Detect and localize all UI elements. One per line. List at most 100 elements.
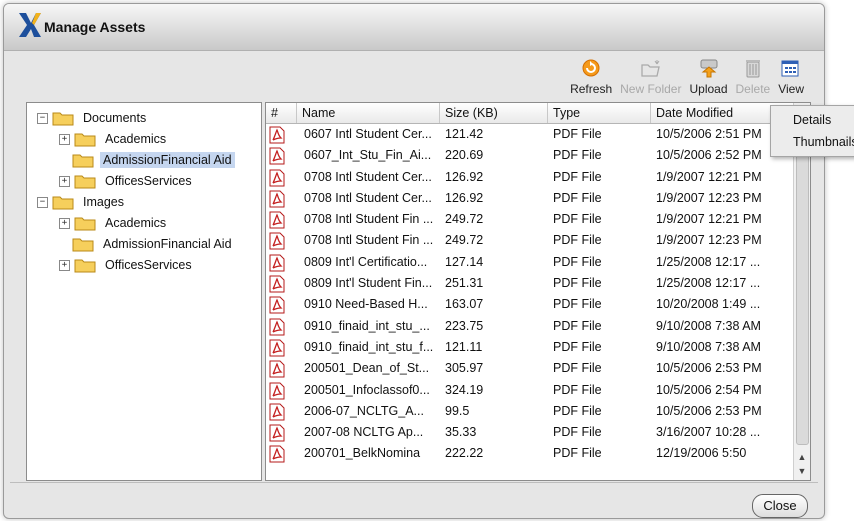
tree-node-images-academics[interactable]: + Academics xyxy=(59,213,169,233)
expand-toggle-icon[interactable]: + xyxy=(59,217,70,229)
file-size: 35.33 xyxy=(445,425,477,440)
file-name: 200501_Infoclassof0... xyxy=(304,382,430,397)
table-row[interactable]: 0809 Int'l Certificatio... 127.14 PDF File… xyxy=(266,252,792,273)
file-size: 126.92 xyxy=(445,190,484,205)
file-size: 99.5 xyxy=(445,403,470,418)
file-date-modified: 9/10/2008 7:38 AM xyxy=(656,318,761,333)
tree-node-admission-financial-aid[interactable]: AdmissionFinancial Aid xyxy=(72,150,235,170)
collapse-toggle-icon[interactable]: − xyxy=(37,112,48,124)
expand-toggle-icon[interactable]: + xyxy=(59,133,70,145)
file-size: 126.92 xyxy=(445,169,484,184)
file-size: 305.97 xyxy=(445,361,484,376)
file-type: PDF File xyxy=(553,403,602,418)
table-row[interactable]: 0910_finaid_int_stu_... 223.75 PDF File 9/1… xyxy=(266,316,792,337)
tree-node-label: Images xyxy=(83,195,124,209)
table-row[interactable]: 0708 Intl Student Fin ... 249.72 PDF File 1… xyxy=(266,230,792,251)
table-row[interactable]: 0708 Intl Student Cer... 126.92 PDF File 1/… xyxy=(266,167,792,188)
pdf-file-icon xyxy=(269,275,285,293)
close-button[interactable]: Close xyxy=(752,494,808,518)
tree-node-images[interactable]: − Images xyxy=(37,192,127,212)
tree-node-images-offices-services[interactable]: + OfficesServices xyxy=(59,255,195,275)
table-row[interactable]: 200501_Infoclassof0... 324.19 PDF File 10/5… xyxy=(266,380,792,401)
column-header-type[interactable]: Type xyxy=(547,103,650,123)
file-name: 0708 Intl Student Cer... xyxy=(304,190,432,205)
file-size: 127.14 xyxy=(445,254,484,269)
folder-icon xyxy=(74,217,96,231)
file-date-modified: 10/5/2006 2:53 PM xyxy=(656,403,762,418)
file-size: 249.72 xyxy=(445,212,484,227)
folder-icon xyxy=(74,259,96,273)
file-type: PDF File xyxy=(553,276,602,291)
table-row[interactable]: 0607_Int_Stu_Fin_Ai... 220.69 PDF File 10/5… xyxy=(266,145,792,166)
upload-button[interactable]: Upload xyxy=(689,56,728,98)
file-date-modified: 1/9/2007 12:23 PM xyxy=(656,190,762,205)
menu-item-details[interactable]: Details xyxy=(793,113,831,127)
folder-icon xyxy=(52,196,74,210)
pdf-file-icon xyxy=(269,360,285,378)
delete-button[interactable]: Delete xyxy=(736,56,770,98)
vertical-scrollbar[interactable]: ▲ ▼ xyxy=(793,103,810,480)
table-row[interactable]: 200501_Dean_of_St... 305.97 PDF File 10/5/2… xyxy=(266,358,792,379)
table-row[interactable]: 200701_BelkNomina 222.22 PDF File 12/19/200… xyxy=(266,443,792,464)
table-row[interactable]: 0809 Int'l Student Fin... 251.31 PDF File 1… xyxy=(266,273,792,294)
file-list[interactable]: # Name Size (KB) Type Date Modified 0607… xyxy=(265,102,811,481)
table-row[interactable]: 0607 Intl Student Cer... 121.42 PDF File 10… xyxy=(266,124,792,145)
table-row[interactable]: 2007-08 NCLTG Ap... 35.33 PDF File 3/16/200… xyxy=(266,422,792,443)
file-date-modified: 1/25/2008 12:17 ... xyxy=(656,276,761,291)
new-folder-label: New Folder xyxy=(620,82,682,96)
menu-item-thumbnails[interactable]: Thumbnails xyxy=(793,135,854,149)
collapse-toggle-icon[interactable]: − xyxy=(37,196,48,208)
file-date-modified: 1/9/2007 12:23 PM xyxy=(656,233,762,248)
manage-assets-dialog: Manage Assets Refresh New Folder Upload … xyxy=(3,3,825,519)
file-size: 163.07 xyxy=(445,297,484,312)
tree-node-label: Academics xyxy=(105,216,167,230)
file-date-modified: 12/19/2006 5:50 xyxy=(656,446,747,461)
table-row[interactable]: 0910_finaid_int_stu_f... 121.11 PDF File 9/… xyxy=(266,337,792,358)
folder-icon xyxy=(52,112,74,126)
scrollbar-thumb[interactable] xyxy=(796,125,809,445)
expand-toggle-icon[interactable]: + xyxy=(59,259,70,271)
tree-node-label: Academics xyxy=(105,132,167,146)
refresh-button[interactable]: Refresh xyxy=(570,56,612,98)
table-row[interactable]: 2006-07_NCLTG_A... 99.5 PDF File 10/5/2006 … xyxy=(266,401,792,422)
column-header-name[interactable]: Name xyxy=(296,103,439,123)
file-type: PDF File xyxy=(553,169,602,184)
table-row[interactable]: 0708 Intl Student Fin ... 249.72 PDF File 1… xyxy=(266,209,792,230)
pdf-file-icon xyxy=(269,190,285,208)
file-size: 222.22 xyxy=(445,446,484,461)
table-row[interactable]: 0910 Need-Based H... 163.07 PDF File 10/20/… xyxy=(266,294,792,315)
list-header: # Name Size (KB) Type Date Modified xyxy=(266,103,792,124)
file-type: PDF File xyxy=(553,425,602,440)
tree-node-offices-services[interactable]: + OfficesServices xyxy=(59,171,195,191)
file-name: 0910_finaid_int_stu_f... xyxy=(304,339,434,354)
title-bar[interactable]: Manage Assets xyxy=(4,4,824,51)
expand-toggle-icon[interactable]: + xyxy=(59,175,70,187)
tree-node-documents[interactable]: − Documents xyxy=(37,108,149,128)
table-row[interactable]: 0708 Intl Student Cer... 126.92 PDF File 1/… xyxy=(266,188,792,209)
tree-node-academics[interactable]: + Academics xyxy=(59,129,169,149)
new-folder-icon xyxy=(641,60,660,77)
file-date-modified: 1/9/2007 12:21 PM xyxy=(656,169,762,184)
tree-node-images-admission-financial-aid[interactable]: AdmissionFinancial Aid xyxy=(72,234,235,254)
file-date-modified: 3/16/2007 10:28 ... xyxy=(656,425,761,440)
file-rows: 0607 Intl Student Cer... 121.42 PDF File 10… xyxy=(266,124,792,465)
file-name: 0607 Intl Student Cer... xyxy=(304,127,432,141)
file-date-modified: 1/9/2007 12:21 PM xyxy=(656,212,762,227)
view-grid-icon xyxy=(781,60,799,77)
new-folder-button[interactable]: New Folder xyxy=(620,56,681,98)
app-logo-icon xyxy=(19,13,41,37)
column-header-size[interactable]: Size (KB) xyxy=(439,103,547,123)
pdf-file-icon xyxy=(269,296,285,314)
scroll-down-arrow-icon[interactable]: ▼ xyxy=(794,464,810,478)
trash-icon xyxy=(745,60,760,78)
file-name: 0708 Intl Student Fin ... xyxy=(304,212,434,227)
pdf-file-icon xyxy=(269,318,285,336)
file-name: 0910 Need-Based H... xyxy=(304,297,428,312)
file-type: PDF File xyxy=(553,212,602,227)
column-header-number[interactable]: # xyxy=(266,103,296,123)
view-button[interactable]: View xyxy=(778,56,804,98)
scroll-up-arrow-icon[interactable]: ▲ xyxy=(794,450,810,464)
file-size: 249.72 xyxy=(445,233,484,248)
file-name: 0708 Intl Student Fin ... xyxy=(304,233,434,248)
folder-tree[interactable]: − Documents + Academics AdmissionFinanci… xyxy=(26,102,262,481)
